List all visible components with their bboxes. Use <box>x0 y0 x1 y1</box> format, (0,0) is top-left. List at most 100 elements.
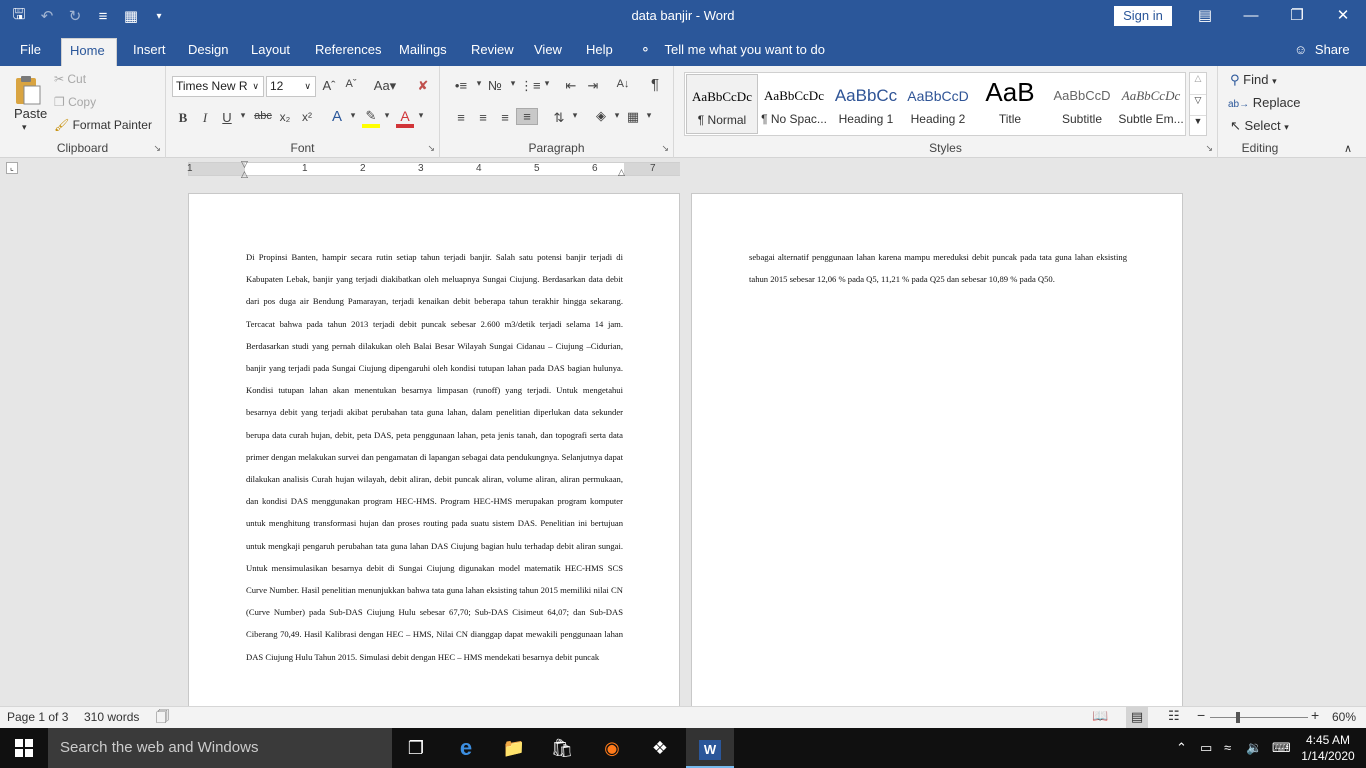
style-subtitle[interactable]: AaBbCcD Subtitle <box>1046 74 1118 134</box>
italic-icon[interactable]: I <box>196 110 214 126</box>
highlight-dropdown-icon[interactable]: ▾ <box>378 110 396 121</box>
tab-layout[interactable]: Layout <box>243 38 298 66</box>
page-1[interactable]: Di Propinsi Banten, hampir secara rutin … <box>188 193 680 706</box>
clear-formatting-icon[interactable]: ✘ <box>414 78 432 94</box>
style-normal[interactable]: AaBbCcDc ¶ Normal <box>686 74 758 134</box>
tab-design[interactable]: Design <box>180 38 236 66</box>
tab-mailings[interactable]: Mailings <box>391 38 455 66</box>
collapse-ribbon-icon[interactable]: ∧ <box>1344 142 1352 155</box>
tab-file[interactable]: File <box>12 38 49 66</box>
document-canvas[interactable]: Di Propinsi Banten, hampir secara rutin … <box>0 180 1366 706</box>
paste-dropdown-icon[interactable]: ▾ <box>22 122 27 133</box>
taskbar-search-box[interactable]: Search the web and Windows <box>48 728 392 768</box>
volume-icon[interactable]: 🔉 <box>1246 728 1262 768</box>
web-layout-icon[interactable]: ☷ <box>1168 708 1180 724</box>
paragraph-launcher-icon[interactable]: ↘ <box>661 143 669 154</box>
hanging-indent-marker[interactable]: △ <box>241 169 248 180</box>
styles-more-icon[interactable]: ▼ <box>1190 115 1206 135</box>
clipboard-launcher-icon[interactable]: ↘ <box>153 143 161 154</box>
battery-icon[interactable]: ▭ <box>1200 728 1212 768</box>
read-mode-icon[interactable]: 📖 <box>1092 708 1108 724</box>
decrease-indent-icon[interactable]: ⇤ <box>562 78 580 94</box>
close-button[interactable]: ✕ <box>1320 0 1366 32</box>
minimize-button[interactable]: — <box>1228 0 1274 32</box>
format-painter-button[interactable]: 🖌 Format Painter <box>54 118 152 132</box>
keyboard-icon[interactable]: ⌨ <box>1272 728 1291 768</box>
justify-icon[interactable]: ≡ <box>516 108 538 125</box>
style-no-spacing[interactable]: AaBbCcDc ¶ No Spac... <box>758 74 830 134</box>
page-count[interactable]: Page 1 of 3 <box>7 710 68 724</box>
horizontal-ruler[interactable]: 1 1 2 3 4 5 6 7 ▽ △ △ <box>187 159 680 179</box>
underline-dropdown-icon[interactable]: ▾ <box>234 110 252 121</box>
change-case-icon[interactable]: Aa▾ <box>370 78 400 94</box>
select-button[interactable]: ↖ Select ▾ <box>1230 118 1289 134</box>
multilevel-dropdown-icon[interactable]: ▾ <box>538 78 556 89</box>
right-indent-marker[interactable]: △ <box>618 167 625 178</box>
zoom-level[interactable]: 60% <box>1332 710 1356 724</box>
zoom-out-icon[interactable]: − <box>1197 707 1205 723</box>
zoom-slider-track[interactable] <box>1210 717 1308 718</box>
cut-button[interactable]: ✂ Cut <box>54 72 86 86</box>
tell-me-search[interactable]: ⚬ Tell me what you want to do <box>640 38 825 62</box>
word-taskbar-icon[interactable]: W <box>686 728 734 768</box>
style-subtle-emphasis[interactable]: AaBbCcDc Subtle Em... <box>1118 74 1184 134</box>
tab-selector-icon[interactable]: ⌞ <box>6 162 18 174</box>
page-1-body-text[interactable]: Di Propinsi Banten, hampir secara rutin … <box>246 246 623 668</box>
styles-scroll-down-icon[interactable]: ▽ <box>1190 94 1206 115</box>
align-center-icon[interactable]: ≡ <box>474 110 492 125</box>
redo-icon[interactable]: ↻ <box>66 7 84 25</box>
start-button[interactable] <box>0 728 48 768</box>
subscript-icon[interactable]: x₂ <box>276 110 294 124</box>
save-icon[interactable]: 🖫 <box>10 4 28 29</box>
line-spacing-dropdown-icon[interactable]: ▾ <box>566 110 584 121</box>
style-heading-1[interactable]: AaBbCc Heading 1 <box>830 74 902 134</box>
undo-icon[interactable]: ↶ <box>38 7 56 25</box>
show-hidden-icons-icon[interactable]: ⌃ <box>1176 728 1187 768</box>
page-2-body-text[interactable]: sebagai alternatif penggunaan lahan kare… <box>749 246 1127 290</box>
styles-launcher-icon[interactable]: ↘ <box>1205 143 1213 154</box>
bold-icon[interactable]: B <box>174 110 192 126</box>
zoom-slider-thumb[interactable] <box>1236 712 1240 723</box>
find-button[interactable]: ⚲ Find ▾ <box>1230 72 1277 88</box>
bullets-icon[interactable]: ≡ <box>94 8 112 25</box>
zoom-in-icon[interactable]: + <box>1311 707 1319 723</box>
paste-button[interactable]: Paste <box>14 106 47 121</box>
font-launcher-icon[interactable]: ↘ <box>427 143 435 154</box>
align-left-icon[interactable]: ≡ <box>452 110 470 125</box>
multilevel-list-icon[interactable]: ⋮≡ <box>520 78 541 94</box>
word-count[interactable]: 310 words <box>84 710 139 724</box>
borders-dropdown-icon[interactable]: ▾ <box>640 110 658 121</box>
show-hide-marks-icon[interactable]: ¶ <box>646 76 664 93</box>
proofing-icon[interactable]: 🗍 <box>156 708 169 730</box>
replace-button[interactable]: ab→ Replace <box>1228 95 1300 110</box>
sort-icon[interactable]: A↓ <box>614 78 632 90</box>
grow-font-icon[interactable]: Aˆ <box>320 78 338 93</box>
style-heading-2[interactable]: AaBbCcD Heading 2 <box>902 74 974 134</box>
store-icon[interactable]: 🛍 <box>538 728 586 768</box>
bullets-icon[interactable]: •≡ <box>452 78 470 93</box>
firefox-icon[interactable]: ◉ <box>588 728 636 768</box>
ribbon-display-options-icon[interactable]: ▤ <box>1182 0 1228 32</box>
tab-home[interactable]: Home <box>61 38 117 66</box>
increase-indent-icon[interactable]: ⇥ <box>584 78 602 94</box>
styles-scroll-up-icon[interactable]: △ <box>1190 73 1206 94</box>
page-2[interactable]: sebagai alternatif penggunaan lahan kare… <box>691 193 1183 706</box>
share-button[interactable]: ☺ Share <box>1294 38 1350 62</box>
font-size-box[interactable]: 12 ∨ <box>266 76 316 97</box>
sign-in-button[interactable]: Sign in <box>1114 6 1172 26</box>
task-view-icon[interactable]: ❐ <box>392 728 440 768</box>
edge-icon[interactable]: e <box>442 728 490 768</box>
font-color-dropdown-icon[interactable]: ▾ <box>412 110 430 121</box>
copy-button[interactable]: ❐ Copy <box>54 95 96 109</box>
align-right-icon[interactable]: ≡ <box>496 110 514 125</box>
customize-qat-icon[interactable]: ▾ <box>150 11 168 22</box>
file-explorer-icon[interactable]: 📁 <box>490 728 538 768</box>
restore-button[interactable]: ❐ <box>1274 0 1320 32</box>
tab-view[interactable]: View <box>526 38 570 66</box>
taskbar-clock[interactable]: 4:45 AM 1/14/2020 <box>1298 732 1358 764</box>
font-name-box[interactable]: Times New R ∨ <box>172 76 264 97</box>
print-layout-icon[interactable]: ▤ <box>1126 707 1148 728</box>
table-icon[interactable]: ▦ <box>122 7 140 25</box>
wifi-icon[interactable]: ≈ <box>1224 728 1231 768</box>
strikethrough-icon[interactable]: abc <box>252 110 274 122</box>
